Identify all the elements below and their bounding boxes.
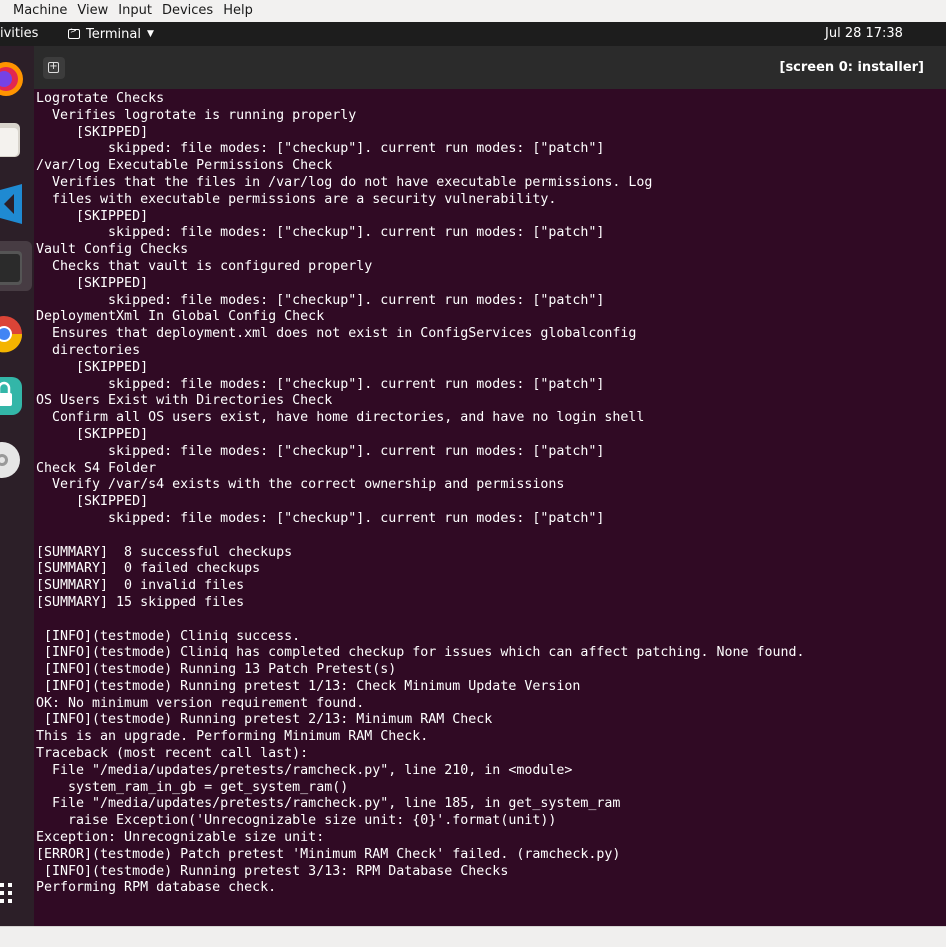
- terminal-line: [INFO](testmode) Running 13 Patch Pretes…: [36, 662, 397, 678]
- dock-item-files[interactable]: [0, 116, 32, 166]
- dock: [0, 46, 34, 926]
- terminal-line: [SKIPPED]: [36, 426, 149, 442]
- terminal-line: [INFO](testmode) Running pretest 1/13: C…: [36, 678, 581, 694]
- terminal-line: Vault Config Checks: [36, 242, 189, 258]
- terminal-line: Ensures that deployment.xml does not exi…: [36, 326, 637, 342]
- terminal-line: system_ram_in_gb = get_system_ram(): [36, 779, 349, 795]
- terminal-line: [SKIPPED]: [36, 208, 149, 224]
- caret-down-icon: ▼: [146, 29, 154, 39]
- terminal-line: DeploymentXml In Global Config Check: [36, 309, 325, 325]
- menu-input[interactable]: Input: [113, 0, 157, 22]
- terminal-line: Logrotate Checks: [36, 91, 165, 106]
- terminal-line: skipped: file modes: ["checkup"]. curren…: [36, 225, 605, 241]
- terminal-line: skipped: file modes: ["checkup"]. curren…: [36, 376, 605, 392]
- terminal-line: Check S4 Folder: [36, 460, 157, 476]
- terminal-line: skipped: file modes: ["checkup"]. curren…: [36, 292, 605, 308]
- terminal-header-bar: + [screen 0: installer]: [34, 46, 946, 89]
- new-tab-icon: +: [48, 61, 59, 73]
- app-menu-label: Terminal: [86, 26, 141, 42]
- terminal-line: Confirm all OS users exist, have home di…: [36, 410, 645, 426]
- window-title: [screen 0: installer]: [779, 60, 925, 75]
- terminal-line: [ERROR](testmode) Patch pretest 'Minimum…: [36, 846, 621, 862]
- dock-item-firefox[interactable]: [0, 52, 32, 102]
- terminal-line: Performing RPM database check.: [36, 880, 277, 896]
- terminal-line: File "/media/updates/pretests/ramcheck.p…: [36, 762, 573, 778]
- terminal-line: OS Users Exist with Directories Check: [36, 393, 333, 409]
- app-menu[interactable]: Terminal ▼: [68, 22, 154, 46]
- terminal-line: [SKIPPED]: [36, 275, 149, 291]
- dock-item-vscode[interactable]: [0, 180, 32, 230]
- terminal-line: directories: [36, 342, 141, 358]
- dock-item-keyring[interactable]: [0, 373, 32, 423]
- host-status-strip: [0, 926, 946, 947]
- terminal-line: skipped: file modes: ["checkup"]. curren…: [36, 510, 605, 526]
- chrome-icon: [0, 316, 23, 353]
- terminal-line: [INFO](testmode) Cliniq success.: [36, 628, 301, 644]
- terminal-line: [INFO](testmode) Cliniq has completed ch…: [36, 645, 805, 661]
- terminal-line: Verifies logrotate is running properly: [36, 107, 357, 123]
- activities-button[interactable]: ivities: [0, 22, 38, 46]
- files-icon: [0, 123, 20, 157]
- terminal-line: [SKIPPED]: [36, 359, 149, 375]
- terminal-line: Verifies that the files in /var/log do n…: [36, 174, 653, 190]
- vm-menu-bar: Machine View Input Devices Help: [0, 0, 946, 23]
- terminal-line: Exception: Unrecognizable size unit:: [36, 830, 325, 846]
- terminal-output[interactable]: Logrotate Checks Verifies logrotate is r…: [34, 91, 946, 926]
- terminal-line: [SKIPPED]: [36, 494, 149, 510]
- terminal-line: [SUMMARY] 0 invalid files: [36, 578, 245, 594]
- vscode-icon: [0, 184, 22, 224]
- disc-icon: [0, 442, 20, 478]
- terminal-icon: [0, 251, 22, 285]
- terminal-line: Traceback (most recent call last):: [36, 746, 309, 762]
- grid-icon: [0, 883, 12, 903]
- terminal-line: This is an upgrade. Performing Minimum R…: [36, 729, 429, 745]
- terminal-line: OK: No minimum version requirement found…: [36, 695, 365, 711]
- menu-view[interactable]: View: [72, 0, 113, 22]
- terminal-line: [SUMMARY] 15 skipped files: [36, 594, 245, 610]
- terminal-line: raise Exception('Unrecognizable size uni…: [36, 813, 557, 829]
- terminal-line: [SUMMARY] 8 successful checkups: [36, 544, 293, 560]
- terminal-line: /var/log Executable Permissions Check: [36, 158, 333, 174]
- terminal-line: [INFO](testmode) Running pretest 3/13: R…: [36, 863, 509, 879]
- new-tab-button[interactable]: +: [43, 57, 65, 79]
- lock-icon: [0, 377, 22, 415]
- terminal-icon: [68, 26, 80, 39]
- terminal-line: skipped: file modes: ["checkup"]. curren…: [36, 141, 605, 157]
- terminal-line: [SKIPPED]: [36, 124, 149, 140]
- dock-item-terminal[interactable]: [0, 241, 32, 291]
- top-bar: ivities Terminal ▼ Jul 28 17:38: [0, 22, 946, 46]
- menu-help[interactable]: Help: [218, 0, 258, 22]
- terminal-line: File "/media/updates/pretests/ramcheck.p…: [36, 796, 621, 812]
- dock-item-chrome[interactable]: [0, 310, 32, 360]
- terminal-line: files with executable permissions are a …: [36, 191, 557, 207]
- terminal-line: [INFO](testmode) Running pretest 2/13: M…: [36, 712, 493, 728]
- terminal-line: [SUMMARY] 0 failed checkups: [36, 561, 261, 577]
- terminal-line: Checks that vault is configured properly: [36, 258, 373, 274]
- firefox-icon: [0, 62, 23, 96]
- terminal-window: + [screen 0: installer] Logrotate Checks…: [34, 46, 946, 926]
- terminal-line: Verify /var/s4 exists with the correct o…: [36, 477, 565, 493]
- show-apps-button[interactable]: [0, 871, 32, 921]
- menu-machine[interactable]: Machine: [0, 0, 72, 22]
- clock[interactable]: Jul 28 17:38: [825, 22, 903, 46]
- dock-item-disc[interactable]: [0, 436, 32, 486]
- terminal-line: skipped: file modes: ["checkup"]. curren…: [36, 443, 605, 459]
- menu-devices[interactable]: Devices: [157, 0, 218, 22]
- terminal-lines: Logrotate Checks Verifies logrotate is r…: [34, 91, 946, 897]
